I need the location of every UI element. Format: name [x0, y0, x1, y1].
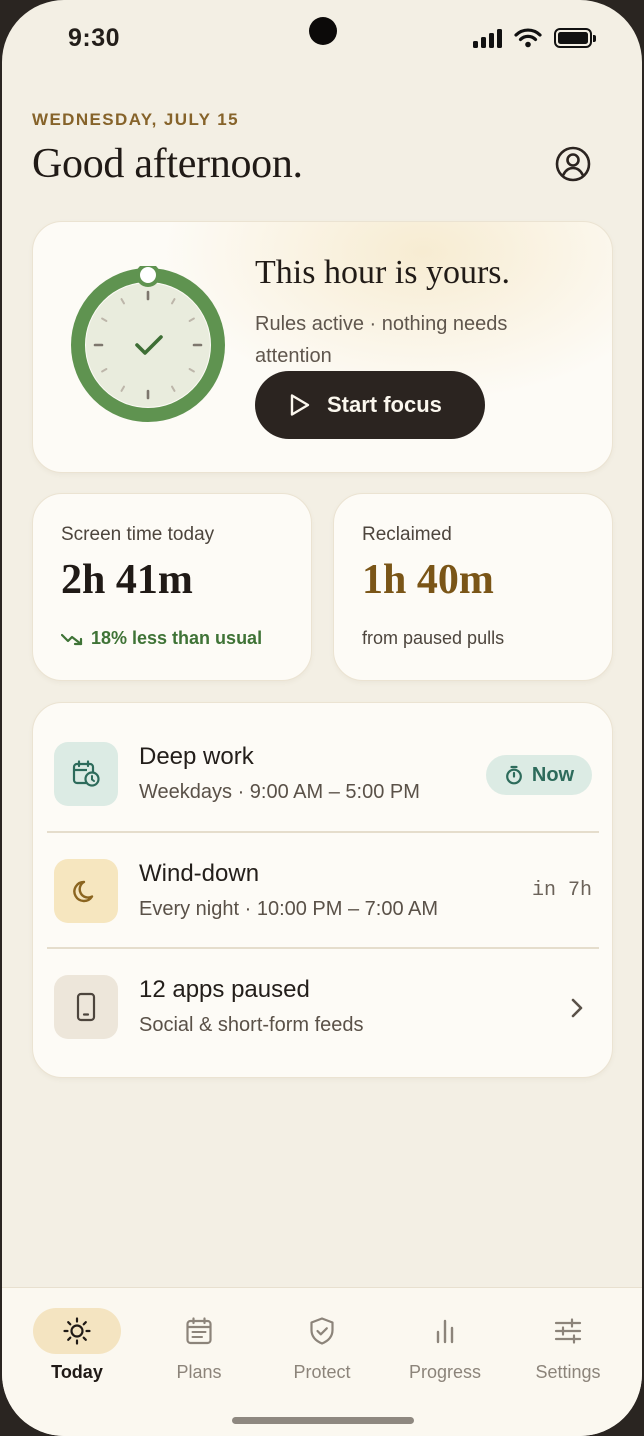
sun-icon: [63, 1317, 91, 1345]
tab-plans[interactable]: Plans: [144, 1308, 254, 1388]
rule-title: 12 apps paused: [139, 976, 310, 1003]
bar-chart-icon: [436, 1319, 454, 1344]
wifi-icon: [514, 28, 542, 48]
screen-time-value: 2h 41m: [61, 557, 193, 603]
tab-progress[interactable]: Progress: [390, 1308, 500, 1388]
phone-frame: 9:30 WEDNESDAY, JULY 15 Good afternoon.: [0, 0, 644, 1436]
rule-apps-paused[interactable]: 12 apps paused Social & short-form feeds: [33, 703, 612, 1039]
tab-label: Settings: [535, 1362, 601, 1382]
battery-icon: [554, 28, 596, 48]
status-icons: [473, 28, 596, 48]
tab-label: Progress: [408, 1362, 482, 1382]
tab-label: Today: [51, 1362, 103, 1382]
home-indicator[interactable]: [232, 1417, 414, 1424]
reclaimed-note: from paused pulls: [362, 628, 505, 648]
tab-label: Protect: [293, 1362, 351, 1382]
start-focus-button[interactable]: Start focus: [255, 371, 485, 439]
camera-cutout: [309, 17, 337, 45]
moon-icon: [54, 859, 118, 923]
reclaimed-card[interactable]: Reclaimed 1h 40m from paused pulls: [333, 493, 613, 681]
status-time: 9:30: [68, 24, 121, 52]
divider: [47, 947, 599, 949]
tab-protect[interactable]: Protect: [267, 1308, 377, 1388]
greeting-title: Good afternoon.: [32, 141, 303, 187]
play-icon: [290, 394, 310, 416]
hero-subtitle: Rules active · nothing needs attention: [255, 313, 508, 367]
bottom-tab-bar: Today Plans Protect Progress Settings: [2, 1287, 642, 1436]
tab-today[interactable]: Today: [22, 1308, 132, 1388]
tab-label: Plans: [176, 1362, 222, 1382]
hero-title: This hour is yours.: [255, 254, 510, 291]
focus-hero-card: This hour is yours. Rules active · nothi…: [32, 221, 613, 473]
reclaimed-value: 1h 40m: [362, 557, 494, 603]
chevron-right-icon: [571, 998, 583, 1018]
screen-time-card[interactable]: Screen time today 2h 41m 18% less than u…: [32, 493, 312, 681]
profile-icon[interactable]: [554, 145, 592, 183]
date-label: WEDNESDAY, JULY 15: [32, 110, 239, 129]
calendar-icon: [186, 1317, 212, 1345]
rule-subtitle: Social & short-form feeds: [139, 1014, 364, 1036]
sliders-icon: [554, 1318, 582, 1344]
rule-title: Wind-down: [139, 860, 260, 887]
screen-time-note: 18% less than usual: [91, 628, 263, 648]
screen-time-label: Screen time today: [61, 524, 215, 545]
divider: [47, 831, 599, 833]
trend-down-icon: [61, 633, 83, 645]
rules-list-card: Deep work Weekdays · 9:00 AM – 5:00 PM N…: [32, 702, 613, 1078]
rule-countdown: in 7h: [531, 879, 592, 902]
signal-icon: [473, 28, 502, 48]
reclaimed-label: Reclaimed: [362, 524, 452, 545]
rule-subtitle: Every night · 10:00 PM – 7:00 AM: [139, 898, 439, 920]
screen: 9:30 WEDNESDAY, JULY 15 Good afternoon.: [2, 0, 642, 1436]
focus-dial-icon: [71, 266, 225, 422]
phone-icon: [54, 975, 118, 1039]
shield-check-icon: [310, 1317, 334, 1345]
start-focus-label: Start focus: [327, 392, 442, 417]
tab-settings[interactable]: Settings: [513, 1308, 623, 1388]
screen-time-trend: 18% less than usual: [61, 628, 262, 649]
